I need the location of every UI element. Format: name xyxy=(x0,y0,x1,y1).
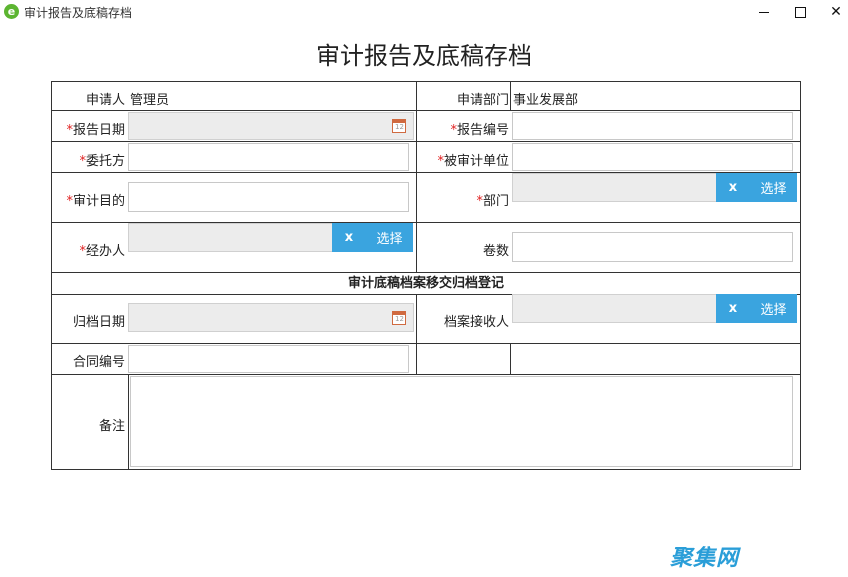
contract-no-label: 合同编号 xyxy=(72,355,125,370)
report-date-label: *报告日期 xyxy=(66,119,125,138)
apply-dept-label: 申请部门 xyxy=(456,93,509,108)
report-date-text: 报告日期 xyxy=(72,123,125,138)
col-divider xyxy=(510,82,511,110)
handler-input[interactable] xyxy=(128,223,333,252)
volumes-label: 卷数 xyxy=(482,244,509,259)
row-divider xyxy=(52,141,800,142)
purpose-text: 审计目的 xyxy=(72,194,125,209)
receiver-picker: x 选择 xyxy=(716,294,797,323)
remarks-textarea[interactable] xyxy=(130,376,793,467)
handler-label: *经办人 xyxy=(79,240,125,259)
col-divider xyxy=(416,294,417,374)
archive-form: 申请人 管理员 申请部门 事业发展部 *报告日期 12 *报告编号 *委托方 *… xyxy=(51,81,801,470)
audited-unit-input[interactable] xyxy=(512,143,793,171)
window-title: 审计报告及底稿存档 xyxy=(24,6,133,20)
close-icon: ✕ xyxy=(830,4,842,20)
title-bar: e 审计报告及底稿存档 ✕ xyxy=(0,0,848,24)
col-divider xyxy=(510,343,511,374)
report-date-input[interactable] xyxy=(128,112,414,140)
receiver-choose-button[interactable]: 选择 xyxy=(750,299,797,318)
section-title: 审计底稿档案移交归档登记 xyxy=(347,276,504,291)
client-input[interactable] xyxy=(128,143,409,171)
col-divider xyxy=(128,374,129,469)
archive-date-input[interactable] xyxy=(128,303,414,332)
report-no-text: 报告编号 xyxy=(456,123,509,138)
row-divider xyxy=(52,110,800,111)
purpose-input[interactable] xyxy=(128,182,409,212)
handler-clear-button[interactable]: x xyxy=(332,230,366,245)
archive-date-label: 归档日期 xyxy=(72,315,125,330)
page-title: 审计报告及底稿存档 xyxy=(316,42,532,70)
browser-e-icon: e xyxy=(4,4,19,19)
client-text: 委托方 xyxy=(85,154,125,169)
handler-choose-button[interactable]: 选择 xyxy=(366,228,413,247)
row-divider xyxy=(52,374,800,375)
calendar-day: 12 xyxy=(395,123,404,131)
report-no-input[interactable] xyxy=(512,112,793,140)
applicant-label: 申请人 xyxy=(85,93,125,108)
row-divider xyxy=(52,272,800,273)
report-no-label: *报告编号 xyxy=(450,119,509,138)
handler-picker: x 选择 xyxy=(332,223,413,252)
apply-dept-value: 事业发展部 xyxy=(513,93,579,108)
maximize-icon xyxy=(794,6,806,18)
dept-picker: x 选择 xyxy=(716,173,797,202)
calendar-icon[interactable]: 12 xyxy=(392,311,406,325)
volumes-input[interactable] xyxy=(512,232,793,262)
watermark-logo: 聚集网 xyxy=(670,546,740,571)
maximize-button[interactable] xyxy=(780,0,820,24)
handler-text: 经办人 xyxy=(85,244,125,259)
dept-input[interactable] xyxy=(512,173,717,202)
client-label: *委托方 xyxy=(79,150,125,169)
audited-unit-text: 被审计单位 xyxy=(443,154,509,169)
close-button[interactable]: ✕ xyxy=(816,0,848,24)
applicant-value: 管理员 xyxy=(130,93,170,108)
receiver-clear-button[interactable]: x xyxy=(716,301,750,316)
calendar-day: 12 xyxy=(395,315,404,323)
audited-unit-label: *被审计单位 xyxy=(437,150,509,169)
calendar-icon[interactable]: 12 xyxy=(392,119,406,133)
dept-choose-button[interactable]: 选择 xyxy=(750,178,797,197)
dept-label: *部门 xyxy=(476,190,509,209)
receiver-input[interactable] xyxy=(512,294,717,323)
minimize-icon xyxy=(759,11,769,13)
receiver-label: 档案接收人 xyxy=(443,315,509,330)
dept-clear-button[interactable]: x xyxy=(716,180,750,195)
purpose-label: *审计目的 xyxy=(66,190,125,209)
remarks-label: 备注 xyxy=(98,419,125,434)
dept-text: 部门 xyxy=(482,194,509,209)
row-divider xyxy=(52,343,800,344)
contract-no-input[interactable] xyxy=(128,345,409,373)
col-divider xyxy=(416,82,417,272)
minimize-button[interactable] xyxy=(744,0,784,24)
